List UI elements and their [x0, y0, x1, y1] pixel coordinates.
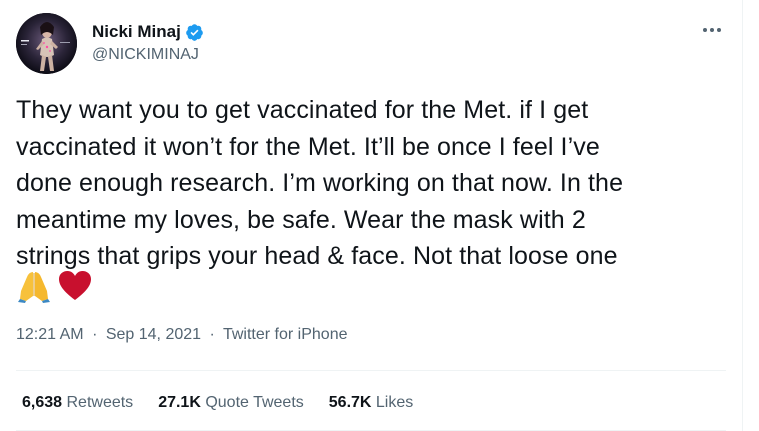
author-handle[interactable]: @NICKIMINAJ: [92, 46, 199, 64]
red-heart-emoji-icon: [59, 271, 91, 300]
avatar[interactable]: [16, 13, 77, 74]
meta-separator: ·: [92, 326, 98, 343]
likes-stat[interactable]: 56.7K Likes: [329, 394, 414, 412]
tweet-text-line: strings that grips your head & face. Not…: [16, 242, 618, 270]
tweet-text: They want you to get vaccinated for the …: [16, 92, 731, 275]
author-name-row[interactable]: Nicki Minaj: [92, 20, 204, 44]
page-margin: [743, 0, 759, 431]
tweet-text-line: done enough research. I’m working on tha…: [16, 169, 624, 197]
meta-separator: ·: [209, 326, 215, 343]
tweet-time[interactable]: 12:21 AM: [16, 326, 84, 343]
retweets-label: Retweets: [66, 394, 134, 411]
quote-tweets-count: 27.1K: [158, 394, 206, 411]
tweet-text-line: They want you to get vaccinated for the …: [16, 96, 589, 124]
tweet-text-line: vaccinated it won’t for the Met. It’ll b…: [16, 132, 600, 161]
more-options-icon[interactable]: [700, 20, 724, 40]
tweet-card: Nicki Minaj @NICKIMINAJ They want you to…: [0, 0, 742, 431]
tweet-meta: 12:21 AM · Sep 14, 2021 · Twitter for iP…: [16, 326, 347, 344]
likes-label: Likes: [375, 394, 414, 411]
display-name[interactable]: Nicki Minaj: [92, 22, 181, 42]
retweets-count: 6,638: [22, 394, 67, 411]
likes-count: 56.7K: [328, 394, 376, 411]
quote-tweets-label: Quote Tweets: [205, 394, 304, 411]
verified-badge-icon: [185, 23, 203, 41]
avatar-image: [16, 13, 77, 74]
tweet-date[interactable]: Sep 14, 2021: [106, 326, 201, 343]
folded-hands-emoji-icon: [18, 272, 50, 303]
quote-tweets-stat[interactable]: 27.1K Quote Tweets: [158, 394, 304, 412]
tweet-stats: 6,638 Retweets 27.1K Quote Tweets 56.7K …: [22, 394, 438, 412]
emoji-row: [16, 268, 92, 304]
tweet-source[interactable]: Twitter for iPhone: [223, 326, 348, 343]
divider: [16, 370, 726, 371]
tweet-text-line: meantime my loves, be safe. Wear the mas…: [16, 205, 586, 234]
retweets-stat[interactable]: 6,638 Retweets: [22, 394, 133, 412]
